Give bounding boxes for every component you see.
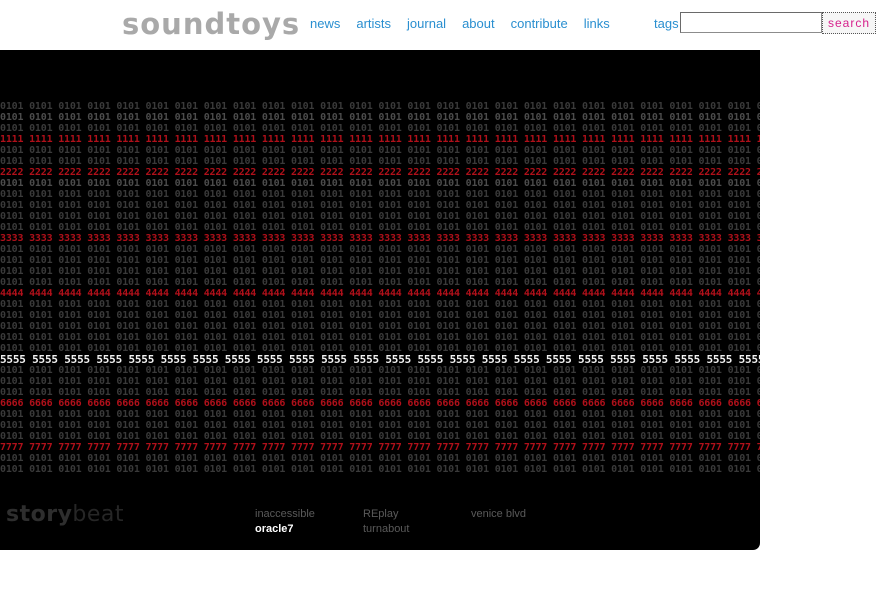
digit-row: 0101 0101 0101 0101 0101 0101 0101 0101 … (0, 178, 760, 189)
digit-row: 1111 1111 1111 1111 1111 1111 1111 1111 … (0, 134, 760, 145)
digit-row: 4444 4444 4444 4444 4444 4444 4444 4444 … (0, 288, 760, 299)
nav-artists[interactable]: artists (356, 16, 391, 31)
nav-about[interactable]: about (462, 16, 495, 31)
digit-row: 0101 0101 0101 0101 0101 0101 0101 0101 … (0, 112, 760, 123)
storybeat-logo-bold: story (6, 502, 73, 527)
piece-turnabout[interactable]: turnabout (363, 523, 471, 536)
digit-row: 0101 0101 0101 0101 0101 0101 0101 0101 … (0, 123, 760, 134)
digit-row: 0101 0101 0101 0101 0101 0101 0101 0101 … (0, 244, 760, 255)
digit-row: 0101 0101 0101 0101 0101 0101 0101 0101 … (0, 453, 760, 464)
storybeat-stage[interactable]: 0101 0101 0101 0101 0101 0101 0101 0101 … (0, 50, 760, 550)
digit-row: 0101 0101 0101 0101 0101 0101 0101 0101 … (0, 299, 760, 310)
piece-venice-blvd[interactable]: venice blvd (471, 508, 579, 521)
main-nav: news artists journal about contribute li… (310, 16, 610, 31)
digit-row: 0101 0101 0101 0101 0101 0101 0101 0101 … (0, 343, 760, 354)
soundtoys-logo[interactable]: soundtoys (122, 6, 300, 42)
digit-row: 7777 7777 7777 7777 7777 7777 7777 7777 … (0, 442, 760, 453)
digit-row: 5555 5555 5555 5555 5555 5555 5555 5555 … (0, 354, 760, 365)
digit-row: 0101 0101 0101 0101 0101 0101 0101 0101 … (0, 266, 760, 277)
digit-row: 0101 0101 0101 0101 0101 0101 0101 0101 … (0, 145, 760, 156)
piece-replay[interactable]: REplay (363, 508, 471, 521)
digit-row: 0101 0101 0101 0101 0101 0101 0101 0101 … (0, 321, 760, 332)
digit-row: 0101 0101 0101 0101 0101 0101 0101 0101 … (0, 464, 760, 475)
digit-row: 0101 0101 0101 0101 0101 0101 0101 0101 … (0, 211, 760, 222)
digit-row: 0101 0101 0101 0101 0101 0101 0101 0101 … (0, 222, 760, 233)
digit-row: 3333 3333 3333 3333 3333 3333 3333 3333 … (0, 233, 760, 244)
search-button[interactable]: search (822, 12, 876, 34)
digit-row: 0101 0101 0101 0101 0101 0101 0101 0101 … (0, 387, 760, 398)
digit-row: 0101 0101 0101 0101 0101 0101 0101 0101 … (0, 409, 760, 420)
digit-row: 0101 0101 0101 0101 0101 0101 0101 0101 … (0, 101, 760, 112)
nav-contribute[interactable]: contribute (511, 16, 568, 31)
digit-row: 2222 2222 2222 2222 2222 2222 2222 2222 … (0, 167, 760, 178)
digit-row: 0101 0101 0101 0101 0101 0101 0101 0101 … (0, 431, 760, 442)
digit-row: 0101 0101 0101 0101 0101 0101 0101 0101 … (0, 255, 760, 266)
digit-row: 0101 0101 0101 0101 0101 0101 0101 0101 … (0, 200, 760, 211)
digit-row: 0101 0101 0101 0101 0101 0101 0101 0101 … (0, 420, 760, 431)
digit-row: 0101 0101 0101 0101 0101 0101 0101 0101 … (0, 376, 760, 387)
digit-row: 0101 0101 0101 0101 0101 0101 0101 0101 … (0, 332, 760, 343)
tags-input[interactable] (680, 12, 822, 33)
storybeat-logo-light: beat (72, 502, 125, 527)
digit-row: 6666 6666 6666 6666 6666 6666 6666 6666 … (0, 398, 760, 409)
digit-row: 0101 0101 0101 0101 0101 0101 0101 0101 … (0, 156, 760, 167)
digit-row: 0101 0101 0101 0101 0101 0101 0101 0101 … (0, 189, 760, 200)
nav-links[interactable]: links (584, 16, 610, 31)
piece-inaccessible[interactable]: inaccessible (255, 508, 363, 521)
digit-row: 0101 0101 0101 0101 0101 0101 0101 0101 … (0, 277, 760, 288)
nav-news[interactable]: news (310, 16, 340, 31)
storybeat-logo: storybeat (6, 502, 124, 527)
digit-grid: 0101 0101 0101 0101 0101 0101 0101 0101 … (0, 101, 760, 475)
nav-journal[interactable]: journal (407, 16, 446, 31)
digit-row: 0101 0101 0101 0101 0101 0101 0101 0101 … (0, 365, 760, 376)
piece-links: inaccessible REplay venice blvd oracle7 … (255, 508, 579, 536)
piece-oracle7[interactable]: oracle7 (255, 523, 363, 536)
digit-row: 0101 0101 0101 0101 0101 0101 0101 0101 … (0, 310, 760, 321)
tags-label: tags (654, 16, 679, 31)
